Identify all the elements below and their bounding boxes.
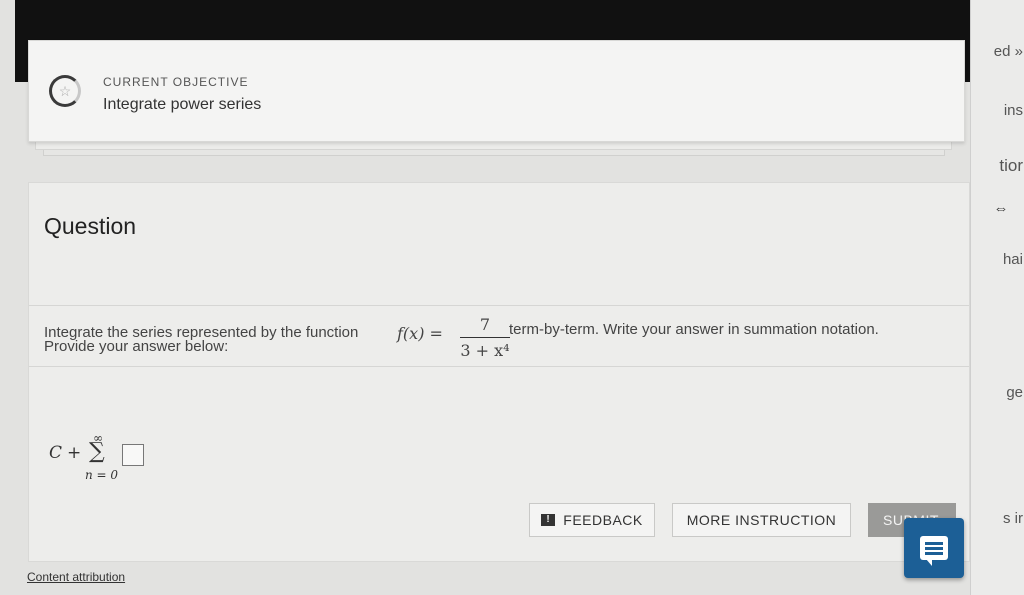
background-text-2: ins (1003, 102, 1023, 119)
answer-prompt: Provide your answer below: (44, 338, 229, 355)
sum-lower-limit: n = 0 (85, 468, 119, 482)
fraction-bar (460, 337, 510, 338)
chat-button[interactable] (904, 518, 964, 578)
feedback-icon: ! (541, 514, 556, 526)
more-instruction-label: MORE INSTRUCTION (686, 512, 837, 528)
star-icon: ☆ (58, 83, 72, 99)
background-text-5: ge (1006, 384, 1023, 401)
plus-sign: + (67, 443, 82, 463)
fraction-numerator: 7 (479, 315, 491, 334)
divider (29, 366, 969, 367)
more-instruction-button[interactable]: MORE INSTRUCTION (672, 503, 851, 537)
fraction-denominator: 3 + x⁴ (460, 341, 510, 360)
sigma-symbol: ∑ (89, 439, 105, 464)
objective-label: CURRENT OBJECTIVE (103, 75, 249, 89)
answer-input-box[interactable] (122, 444, 144, 466)
background-text-4: hai (1002, 251, 1023, 268)
answer-expression: C + ∞ ∑ n = 0 (49, 431, 169, 491)
chat-icon (920, 536, 948, 566)
content-attribution-link[interactable]: Content attribution (27, 570, 125, 584)
feedback-button-label: FEEDBACK (563, 512, 643, 528)
background-text-6: s ir (1003, 510, 1023, 527)
feedback-button[interactable]: ! FEEDBACK (529, 503, 655, 537)
constant-c: C (49, 443, 63, 463)
question-text-after: term-by-term. Write your answer in summa… (509, 321, 879, 338)
function-label: f(x) = (397, 324, 443, 343)
function-fraction: 7 3 + x⁴ (454, 311, 516, 363)
background-text-3: tior (999, 156, 1023, 175)
question-text: Integrate the series represented by the … (44, 247, 954, 360)
question-heading: Question (44, 213, 137, 239)
function-lhs: f(x) = (397, 324, 443, 343)
progress-ring: ☆ (49, 75, 81, 107)
divider (29, 305, 969, 306)
question-panel: Question Integrate the series represente… (28, 182, 970, 562)
background-window: ed » ins tior hai ge s ir (970, 0, 1024, 595)
objective-title: Integrate power series (103, 96, 262, 113)
current-objective-card[interactable]: ☆ CURRENT OBJECTIVE Integrate power seri… (28, 40, 965, 142)
resize-arrows-icon[interactable]: ⇔ (990, 201, 1012, 217)
background-text-1: ed » (993, 43, 1023, 60)
